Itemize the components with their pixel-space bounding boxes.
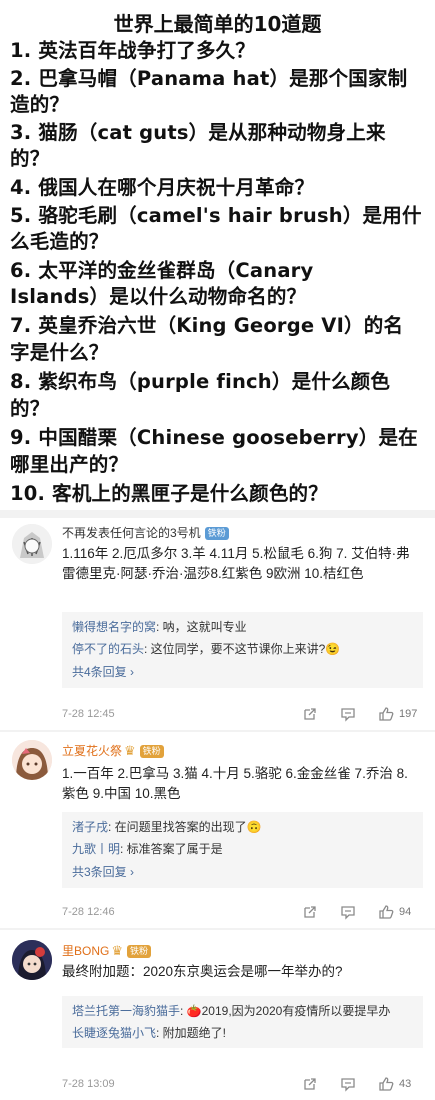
comment-icon[interactable]: [340, 706, 356, 722]
reply-username[interactable]: 渚子戌: [72, 820, 108, 834]
reply-box[interactable]: 塔兰托第一海豹猫手: 🍅2019,因为2020有疫情所以要提早办 长睫逐兔猫小飞…: [62, 996, 423, 1048]
quiz-line: 字是什么？: [10, 341, 109, 364]
username[interactable]: 里BONG ♛ 铁粉: [62, 942, 152, 959]
comment-icon[interactable]: [340, 904, 356, 920]
comment-text: 最终附加题：2020东京奥运会是哪一年举办的?: [62, 964, 343, 979]
reply[interactable]: 塔兰托第一海豹猫手: 🍅2019,因为2020有疫情所以要提早办: [72, 1000, 413, 1022]
quiz-line: 3. 猫肠（cat guts）是从那种动物身上来: [10, 121, 386, 144]
like-count: 94: [399, 906, 412, 918]
like-count: 197: [399, 708, 418, 720]
comment-meta: 7-28 12:45 197: [62, 706, 425, 726]
share-icon[interactable]: [302, 1076, 318, 1092]
comment-icon[interactable]: [340, 1076, 356, 1092]
quiz-title: 世界上最简单的10道题: [113, 12, 322, 36]
reply-username[interactable]: 塔兰托第一海豹猫手: [72, 1004, 180, 1018]
avatar[interactable]: [12, 740, 52, 780]
fan-badge: 铁粉: [204, 527, 229, 540]
comment-text: 1.116年 2.厄瓜多尔 3.羊 4.11月 5.松鼠毛 6.狗 7. 艾伯特…: [62, 546, 410, 581]
avatar[interactable]: [12, 524, 52, 564]
comment-meta: 7-28 12:46 94: [62, 904, 425, 924]
username-text[interactable]: 里BONG: [62, 944, 109, 958]
like-icon[interactable]: [378, 706, 394, 722]
username-text[interactable]: 立夏花火祭: [62, 744, 122, 758]
timestamp: 7-28 12:45: [62, 708, 115, 720]
quiz-line: 2. 巴拿马帽（Panama hat）是那个国家制: [10, 67, 408, 90]
reply-username[interactable]: 九歌丨明: [72, 842, 120, 856]
quiz-line: 8. 紫织布鸟（purple finch）是什么颜色: [10, 370, 391, 393]
reply-box[interactable]: 懒得想名字的窝: 呐，这就叫专业 停不了的石头: 这位同学，要不这节课你上来讲?…: [62, 612, 423, 688]
quiz-line: 的？: [10, 147, 50, 170]
crown-icon: ♛: [124, 743, 136, 758]
share-icon[interactable]: [302, 904, 318, 920]
comment: 不再发表任何言论的3号机 铁粉 1.116年 2.厄瓜多尔 3.羊 4.11月 5…: [0, 518, 435, 730]
reply-text: : 附加题绝了!: [156, 1026, 227, 1040]
reply[interactable]: 长睫逐兔猫小飞: 附加题绝了!: [72, 1022, 413, 1044]
comment: 立夏花火祭 ♛ 铁粉 1.一百年 2.巴拿马 3.猫 4.十月 5.骆驼 6.金金丝…: [0, 732, 435, 928]
comment-text: 1.一百年 2.巴拿马 3.猫 4.十月 5.骆驼 6.金金丝雀 7.乔治 8.…: [62, 766, 408, 801]
quiz-line: 6. 太平洋的金丝雀群岛（Canary: [10, 259, 314, 282]
fan-badge: 铁粉: [139, 745, 164, 758]
reply-text: : 这位同学，要不这节课你上来讲?😉: [144, 642, 341, 656]
share-icon[interactable]: [302, 706, 318, 722]
username[interactable]: 立夏花火祭 ♛ 铁粉: [62, 742, 164, 759]
reply-text: : 标准答案了属于是: [120, 842, 223, 856]
quiz-line: 4. 俄国人在哪个月庆祝十月革命？: [10, 176, 315, 199]
reply-text: : 在问题里找答案的出现了🙃: [108, 820, 262, 834]
reply-text: : 呐，这就叫专业: [156, 620, 247, 634]
reply[interactable]: 懒得想名字的窝: 呐，这就叫专业: [72, 616, 413, 638]
quiz-line: 的？: [10, 397, 50, 420]
like-icon[interactable]: [378, 1076, 394, 1092]
comment: 里BONG ♛ 铁粉 最终附加题：2020东京奥运会是哪一年举办的? 塔兰托第一海豹…: [0, 930, 435, 1100]
reply[interactable]: 停不了的石头: 这位同学，要不这节课你上来讲?😉: [72, 638, 413, 660]
reply-box[interactable]: 渚子戌: 在问题里找答案的出现了🙃 九歌丨明: 标准答案了属于是 共3条回复 ›: [62, 812, 423, 888]
reply-username[interactable]: 长睫逐兔猫小飞: [72, 1026, 156, 1040]
quiz-line: 7. 英皇乔治六世（King George VI）的名: [10, 314, 404, 337]
more-replies-link[interactable]: 共4条回复 ›: [72, 660, 413, 684]
reply-text: : 🍅2019,因为2020有疫情所以要提早办: [180, 1004, 391, 1018]
quiz-line: 5. 骆驼毛刷（camel's hair brush）是用什: [10, 204, 422, 227]
quiz-line: 么毛造的？: [10, 230, 109, 253]
divider: [0, 510, 435, 518]
timestamp: 7-28 13:09: [62, 1078, 115, 1090]
avatar[interactable]: [12, 940, 52, 980]
reply-username[interactable]: 懒得想名字的窝: [72, 620, 156, 634]
reply[interactable]: 渚子戌: 在问题里找答案的出现了🙃: [72, 816, 413, 838]
timestamp: 7-28 12:46: [62, 906, 115, 918]
more-replies-link[interactable]: 共3条回复 ›: [72, 860, 413, 884]
like-count: 43: [399, 1078, 412, 1090]
fan-badge: 铁粉: [127, 945, 152, 958]
quiz-line: 10. 客机上的黑匣子是什么颜色的？: [10, 482, 328, 505]
like-icon[interactable]: [378, 904, 394, 920]
quiz-line: 9. 中国醋栗（Chinese gooseberry）是在: [10, 426, 418, 449]
quiz-image: 世界上最简单的10道题 1. 英法百年战争打了多久？ 2. 巴拿马帽（Panam…: [0, 0, 435, 510]
crown-icon: ♛: [111, 943, 123, 958]
comment-meta: 7-28 13:09 43: [62, 1076, 425, 1096]
quiz-line: 1. 英法百年战争打了多久？: [10, 39, 256, 62]
quiz-line: 造的？: [10, 93, 70, 116]
username[interactable]: 不再发表任何言论的3号机 铁粉: [62, 524, 229, 541]
reply-username[interactable]: 停不了的石头: [72, 642, 144, 656]
quiz-line: 哪里出产的？: [10, 453, 129, 476]
reply[interactable]: 九歌丨明: 标准答案了属于是: [72, 838, 413, 860]
username-text[interactable]: 不再发表任何言论的3号机: [62, 526, 201, 540]
quiz-line: Islands）是以什么动物命名的？: [10, 285, 307, 308]
